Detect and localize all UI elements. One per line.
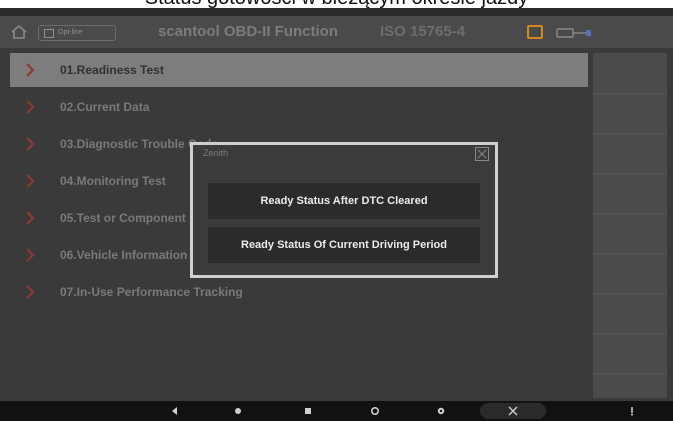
panel-divider	[593, 253, 667, 254]
status-bar	[0, 8, 673, 16]
chevron-right-icon	[26, 285, 35, 299]
screenshot-icon[interactable]	[527, 25, 543, 39]
ready-status-current-driving-period-button[interactable]: Ready Status Of Current Driving Period	[208, 227, 480, 263]
menu-item-in-use-performance-tracking[interactable]: 07.In-Use Performance Tracking	[10, 275, 588, 309]
menu-item-label: 02.Current Data	[60, 100, 150, 114]
option-button[interactable]: Opt-line	[38, 25, 116, 41]
panel-divider	[593, 173, 667, 174]
chevron-right-icon	[26, 100, 35, 114]
protocol-standard: ISO 15765-4	[380, 23, 466, 40]
recent-apps-icon[interactable]	[303, 406, 313, 416]
right-side-panel	[593, 53, 667, 398]
chevron-right-icon	[26, 248, 35, 262]
menu-item-readiness-test[interactable]: 01.Readiness Test	[10, 53, 588, 87]
shrink-icon[interactable]	[508, 406, 518, 416]
option-square-icon	[44, 29, 54, 38]
chevron-right-icon	[26, 137, 35, 151]
menu-item-label: 01.Readiness Test	[60, 63, 164, 77]
android-navigation-bar	[0, 401, 673, 421]
mode-select-dialog: Zenith Ready Status After DTC Cleared Re…	[190, 142, 498, 278]
vci-connector-icon	[556, 28, 591, 38]
home-dot-icon[interactable]	[233, 406, 243, 416]
panel-divider	[593, 293, 667, 294]
panel-divider	[593, 93, 667, 94]
chevron-right-icon	[26, 63, 35, 77]
panel-divider	[593, 133, 667, 134]
chevron-right-icon	[26, 174, 35, 188]
vci-status-icon[interactable]	[436, 406, 446, 416]
ready-status-after-dtc-cleared-button[interactable]: Ready Status After DTC Cleared	[208, 183, 480, 219]
menu-item-label: 05.Test or Component	[60, 211, 186, 225]
home-icon[interactable]	[10, 23, 28, 41]
panel-divider	[593, 373, 667, 374]
menu-item-label: 07.In-Use Performance Tracking	[60, 285, 243, 299]
panel-divider	[593, 213, 667, 214]
close-icon[interactable]	[475, 147, 489, 161]
page-caption: Status gotowości w bieżącym okresie jazd…	[0, 0, 673, 8]
panel-divider	[593, 333, 667, 334]
app-title: scantool OBD-II Function	[158, 23, 338, 40]
notification-icon[interactable]	[627, 406, 637, 416]
menu-item-label: 06.Vehicle Information	[60, 248, 188, 262]
menu-item-current-data[interactable]: 02.Current Data	[10, 90, 588, 124]
settings-gear-icon[interactable]	[370, 406, 380, 416]
title-bar: Opt-line scantool OBD-II Function ISO 15…	[0, 16, 673, 48]
option-button-label: Opt-line	[58, 29, 83, 36]
dialog-title: Zenith	[203, 148, 229, 158]
tablet-screen: Opt-line scantool OBD-II Function ISO 15…	[0, 8, 673, 421]
back-icon[interactable]	[170, 406, 180, 416]
chevron-right-icon	[26, 211, 35, 225]
menu-item-label: 04.Monitoring Test	[60, 174, 166, 188]
